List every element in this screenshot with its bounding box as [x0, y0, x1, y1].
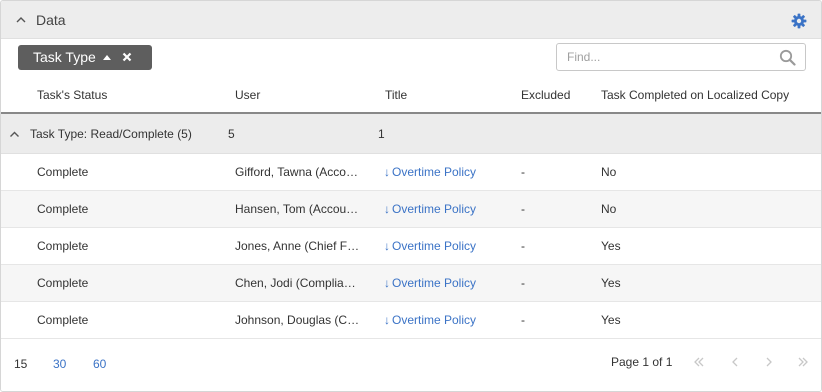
- cell-status: Complete: [37, 239, 89, 253]
- page-size-30[interactable]: 30: [53, 357, 66, 371]
- chevron-up-icon[interactable]: [15, 14, 27, 26]
- title-link-text: Overtime Policy: [392, 313, 477, 327]
- cell-localized: Yes: [601, 239, 621, 253]
- cell-title-link[interactable]: ↓ Overtime Policy: [384, 239, 514, 253]
- cell-excluded: -: [521, 276, 525, 290]
- download-arrow-icon: ↓: [384, 239, 390, 253]
- title-link-text: Overtime Policy: [392, 165, 477, 179]
- title-link-text: Overtime Policy: [392, 276, 477, 290]
- cell-status: Complete: [37, 202, 89, 216]
- download-arrow-icon: ↓: [384, 276, 390, 290]
- cell-localized: No: [601, 165, 617, 179]
- column-header-user[interactable]: User: [235, 88, 260, 102]
- cell-localized: No: [601, 202, 617, 216]
- cell-user: Gifford, Tawna (Accounting): [235, 165, 361, 179]
- double-chevron-right-icon[interactable]: [797, 356, 809, 368]
- cell-status: Complete: [37, 276, 89, 290]
- cell-title-link[interactable]: ↓ Overtime Policy: [384, 165, 514, 179]
- title-link-text: Overtime Policy: [392, 202, 477, 216]
- table-row[interactable]: Complete Jones, Anne (Chief Financial Of…: [1, 228, 821, 265]
- cell-user: Johnson, Douglas (Compliance): [235, 313, 361, 327]
- close-icon[interactable]: [122, 52, 132, 62]
- table-row[interactable]: Complete Chen, Jodi (Compliance) ↓ Overti…: [1, 265, 821, 302]
- cell-status: Complete: [37, 313, 89, 327]
- group-user-count: 5: [228, 127, 235, 141]
- cell-user: Hansen, Tom (Accounting): [235, 202, 361, 216]
- column-header-localized[interactable]: Task Completed on Localized Copy: [601, 88, 789, 102]
- cell-excluded: -: [521, 202, 525, 216]
- chevron-left-icon[interactable]: [729, 356, 741, 368]
- download-arrow-icon: ↓: [384, 165, 390, 179]
- cell-title-link[interactable]: ↓ Overtime Policy: [384, 276, 514, 290]
- column-header-status[interactable]: Task's Status: [37, 88, 107, 102]
- table-row[interactable]: Complete Gifford, Tawna (Accounting) ↓Ov…: [1, 154, 821, 191]
- chevron-up-icon[interactable]: [9, 130, 20, 138]
- cell-localized: Yes: [601, 313, 621, 327]
- cell-localized: Yes: [601, 276, 621, 290]
- grid-toolbar: Task Type: [1, 39, 821, 77]
- page-size-15[interactable]: 15: [14, 357, 27, 371]
- panel-title: Data: [36, 12, 66, 28]
- table-row[interactable]: Complete Johnson, Douglas (Compliance) ↓…: [1, 302, 821, 339]
- gear-icon[interactable]: [791, 13, 807, 29]
- title-link-text: Overtime Policy: [392, 239, 477, 253]
- cell-excluded: -: [521, 313, 525, 327]
- data-panel: Data Task Type Find... Task's Status Use…: [0, 0, 822, 392]
- group-label: Task Type: Read/Complete (5): [30, 127, 192, 141]
- page-info: Page 1 of 1: [611, 355, 673, 369]
- sort-ascending-icon[interactable]: [103, 54, 111, 60]
- group-title-count: 1: [378, 127, 385, 141]
- group-chip-label: Task Type: [33, 49, 96, 65]
- column-header-title[interactable]: Title: [385, 88, 407, 102]
- column-header-row: Task's Status User Title Excluded Task C…: [1, 77, 821, 114]
- search-icon[interactable]: [779, 49, 796, 66]
- cell-user: Jones, Anne (Chief Financial Officer): [235, 239, 361, 253]
- cell-status: Complete: [37, 165, 89, 179]
- pagination-footer: 15 30 60 Page 1 of 1: [1, 339, 821, 391]
- cell-title-link[interactable]: ↓ Overtime Policy: [384, 313, 514, 327]
- panel-header[interactable]: Data: [1, 1, 821, 39]
- cell-user: Chen, Jodi (Compliance): [235, 276, 361, 290]
- group-by-chip[interactable]: Task Type: [18, 45, 152, 70]
- cell-title-link[interactable]: ↓ Overtime Policy: [384, 202, 514, 216]
- chevron-right-icon[interactable]: [763, 356, 775, 368]
- group-row[interactable]: Task Type: Read/Complete (5) 5 1: [1, 114, 821, 154]
- cell-excluded: -: [521, 165, 525, 179]
- cell-excluded: -: [521, 239, 525, 253]
- find-input[interactable]: [558, 45, 768, 69]
- find-box: [556, 43, 806, 71]
- download-arrow-icon: ↓: [384, 202, 390, 216]
- download-arrow-icon: ↓: [384, 313, 390, 327]
- table-row[interactable]: Complete Hansen, Tom (Accounting) ↓Overt…: [1, 191, 821, 228]
- column-header-excluded[interactable]: Excluded: [521, 88, 570, 102]
- double-chevron-left-icon[interactable]: [693, 356, 705, 368]
- page-size-60[interactable]: 60: [93, 357, 106, 371]
